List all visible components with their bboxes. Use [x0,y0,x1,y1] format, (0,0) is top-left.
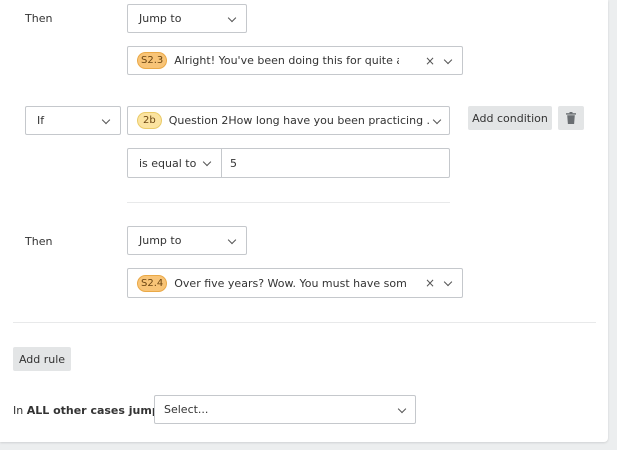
chevron-down-icon [227,235,237,244]
operator-select[interactable]: is equal to [127,148,222,178]
delete-condition-button[interactable] [558,106,584,130]
trash-icon [566,112,576,124]
section-tag: S2.4 [137,274,168,292]
jump-target-select[interactable]: S2.3 Alright! You've been doing this for… [127,46,463,75]
clear-x-icon[interactable]: × [425,276,435,290]
action-select-value: Jump to [139,12,182,25]
add-rule-button[interactable]: Add rule [13,347,71,371]
chevron-down-icon [101,115,111,124]
if-label: If [37,114,45,127]
value-input[interactable]: 5 [221,148,450,178]
question-tag: 2b [137,112,162,129]
then-label: Then [25,12,53,25]
jump-target-select[interactable]: S2.4 Over five years? Wow. You must have… [127,268,463,298]
question-text: Question 2How long have you been practic… [168,114,431,127]
add-condition-button[interactable]: Add condition [468,106,552,130]
chevron-down-icon[interactable] [443,277,453,287]
section-divider [13,322,596,323]
fallback-select[interactable]: Select... [154,395,416,424]
fallback-prefix: In [13,404,27,417]
divider [127,202,450,203]
action-select[interactable]: Jump to [127,4,247,33]
chevron-down-icon [227,13,237,22]
chevron-down-icon [202,157,212,167]
then-label: Then [25,235,53,248]
action-select-value: Jump to [139,234,182,247]
fallback-bold-text: ALL other cases jump [26,404,160,417]
if-select[interactable]: If [25,106,121,135]
chevron-down-icon [432,115,442,124]
fallback-placeholder: Select... [164,403,209,416]
jump-target-text: Alright! You've been doing this for quit… [174,54,399,67]
action-select[interactable]: Jump to [127,226,247,255]
logic-card: Then Jump to S2.3 Alright! You've been d… [0,0,608,442]
operator-value: is equal to [139,156,197,170]
fallback-label: In ALL other cases jump to [13,404,174,417]
chevron-down-icon[interactable] [443,55,453,64]
clear-x-icon[interactable]: × [425,54,435,68]
section-tag: S2.3 [137,52,168,69]
value-input-text: 5 [230,156,237,170]
question-select[interactable]: 2b Question 2How long have you been prac… [127,106,450,135]
jump-target-text: Over five years? Wow. You must have som.… [174,276,407,290]
chevron-down-icon [397,404,407,413]
